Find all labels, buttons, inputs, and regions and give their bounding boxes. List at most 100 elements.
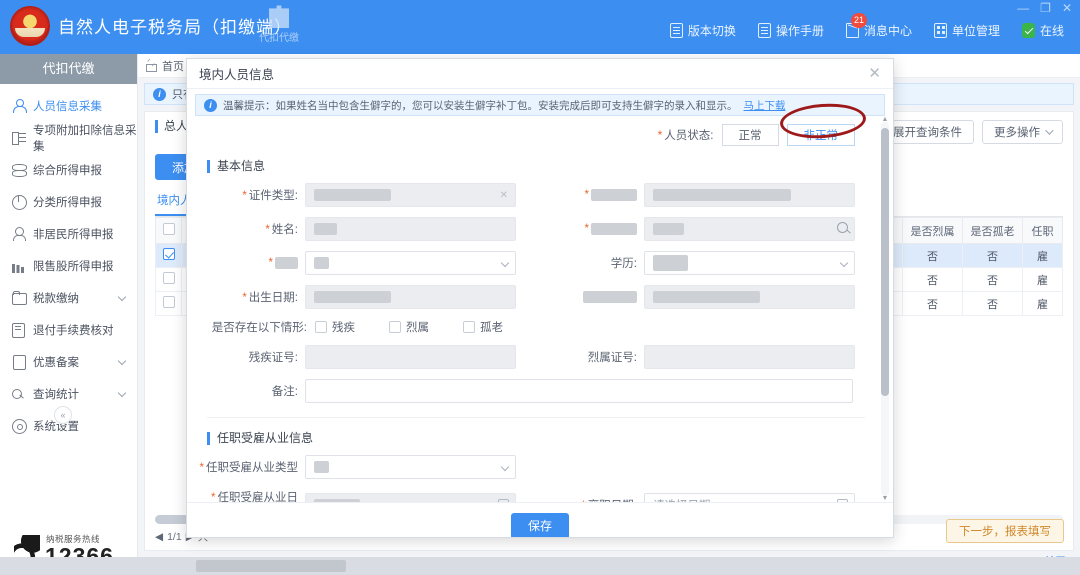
field-control[interactable]: 请选择 [644, 251, 855, 275]
remark-label: 备注: [272, 386, 298, 398]
field-control[interactable]: XX [305, 455, 516, 479]
personnel-status-row: * 人员状态: 正常 非正常 [197, 116, 875, 146]
checkbox-box[interactable] [463, 321, 475, 333]
modal-title: 境内人员信息 [199, 64, 274, 83]
field-control[interactable]: XXXXXX [305, 493, 516, 502]
field-control[interactable]: XXXXXXXXXX ✕ [305, 183, 516, 207]
martyr-cert-input[interactable] [644, 345, 855, 369]
modal-body: ▲ ▼ * 人员状态: 正常 非正常 基本信息 *证件类型: XXXXX [187, 116, 893, 502]
field-label: 烈属证号: [536, 349, 644, 365]
extra-input[interactable]: XXXXXXXXXXXXXX [644, 285, 855, 309]
field-label: XXXXXXX [536, 291, 644, 303]
calendar-icon[interactable] [837, 499, 848, 502]
field-control[interactable]: XXXXXXXXXXXXXXXXXX [644, 183, 855, 207]
info-icon: i [204, 99, 217, 112]
modal-scrollbar[interactable]: ▲ ▼ [881, 122, 889, 496]
checkbox-label: 残疾 [332, 319, 355, 335]
status-option-normal[interactable]: 正常 [722, 124, 779, 146]
blurred-value: XXXXXX [314, 499, 360, 502]
employment-type-label: 任职受雇从业类型 [206, 462, 298, 474]
checkbox-elderly[interactable]: 孤老 [463, 319, 503, 335]
application-window: 自然人电子税务局（扣缴端） 代扣代缴 — ❐ ✕ 版本切换 操作手册 21 消息… [0, 0, 1080, 575]
section-divider [207, 417, 865, 418]
field-label: 学历: [536, 255, 644, 271]
basic-info-section-title: 基本信息 [207, 160, 875, 173]
field-control[interactable]: XXXXXXXXXXXXXX [644, 285, 855, 309]
disability-cert-input[interactable] [305, 345, 516, 369]
search-icon[interactable] [837, 222, 848, 233]
disability-cert-label: 残疾证号: [249, 352, 298, 364]
form-row-employment-type: *任职受雇从业类型 XX [197, 455, 875, 479]
birthday-label: 出生日期: [249, 292, 298, 304]
modal-tip-bar: i 温馨提示：如果姓名当中包含生僻字的，您可以安装生僻字补丁包。安装完成后即可支… [195, 94, 885, 116]
status-option-abnormal[interactable]: 非正常 [787, 124, 856, 146]
field-control[interactable]: 请选择日期 [644, 493, 855, 502]
birthday-input[interactable]: XXXXXXXXXX [305, 285, 516, 309]
blurred-value: XXXXXXXXXX [314, 291, 391, 303]
scrollbar-thumb[interactable] [881, 128, 889, 396]
employment-section-title: 任职受雇从业信息 [207, 432, 875, 445]
form-row-id-type: *证件类型: XXXXXXXXXX ✕ *XXXXXX XXXXXXXXXXXX… [197, 183, 875, 207]
leave-date-input[interactable]: 请选择日期 [644, 493, 855, 502]
modal-tip-text: 温馨提示：如果姓名当中包含生僻字的，您可以安装生僻字补丁包。安装完成后即可支持生… [223, 98, 738, 113]
blurred-value: XXXXXXXXXXXXXX [653, 291, 760, 303]
checkbox-martyr[interactable]: 烈属 [389, 319, 429, 335]
blurred-value: XXXX [653, 223, 684, 235]
clear-icon[interactable]: ✕ [500, 190, 508, 201]
taxpayer-id-input[interactable]: XXXX [644, 217, 855, 241]
field-label: *XXXXXX [536, 189, 644, 201]
field-control[interactable]: XXXX [644, 217, 855, 241]
blurred-value: XX [314, 461, 329, 473]
employment-date-label: 任职受雇从业日期: [218, 492, 299, 502]
checkbox-label: 烈属 [406, 319, 429, 335]
taskbar-blurred-region [196, 560, 346, 572]
field-education: 学历: 请选择 [536, 251, 875, 275]
field-taxpayer-id: *XXXXXX XXXX [536, 217, 875, 241]
employment-type-select[interactable]: XX [305, 455, 516, 479]
condition-checkbox-row: 是否存在以下情形: 残疾 烈属 孤老 [197, 319, 875, 335]
education-select[interactable]: 请选择 [644, 251, 855, 275]
download-link[interactable]: 马上下载 [744, 98, 786, 113]
blurred-value: XXXXXXXXXXXXXXXXXX [653, 189, 791, 201]
id-number-input[interactable]: XXXXXXXXXXXXXXXXXX [644, 183, 855, 207]
scroll-up-icon[interactable]: ▲ [881, 116, 889, 123]
required-marker: * [658, 128, 663, 142]
blurred-label: XXXXXX [591, 189, 637, 201]
scroll-down-icon[interactable]: ▼ [881, 495, 889, 502]
field-control[interactable]: XXXXXXXXXX [305, 285, 516, 309]
form-row-gender-education: *XXX XX 学历: 请选择 [197, 251, 875, 275]
field-control[interactable] [305, 379, 853, 403]
field-control[interactable]: XXX [305, 217, 516, 241]
calendar-icon[interactable] [498, 499, 509, 502]
field-extra: XXXXXXX XXXXXXXXXXXXXX [536, 285, 875, 309]
domestic-personnel-modal: 境内人员信息 ✕ i 温馨提示：如果姓名当中包含生僻字的，您可以安装生僻字补丁包… [186, 58, 894, 538]
employment-date-input[interactable]: XXXXXX [305, 493, 516, 502]
education-value: 请选择 [653, 255, 688, 271]
remark-input[interactable] [305, 379, 853, 403]
gender-select[interactable]: XX [305, 251, 516, 275]
field-leave-date: *离职日期: 请选择日期 [536, 493, 875, 502]
close-icon[interactable]: ✕ [868, 66, 881, 81]
field-name: *姓名: XXX [197, 217, 536, 241]
field-employment-date: *任职受雇从业日期: XXXXXX [197, 489, 536, 502]
form-row-remark: 备注: [197, 379, 875, 403]
form-row-birthday: *出生日期: XXXXXXXXXX XXXXXXX XXXXXXXXXXXXXX [197, 285, 875, 309]
field-id-type: *证件类型: XXXXXXXXXX ✕ [197, 183, 536, 207]
field-gender: *XXX XX [197, 251, 536, 275]
checkbox-box[interactable] [389, 321, 401, 333]
checkbox-box[interactable] [315, 321, 327, 333]
save-button[interactable]: 保存 [511, 513, 569, 539]
field-control[interactable]: XX [305, 251, 516, 275]
blurred-value: XXX [314, 223, 337, 235]
field-label: *XXXXXX [536, 223, 644, 235]
name-input[interactable]: XXX [305, 217, 516, 241]
field-label: 残疾证号: [197, 349, 305, 365]
field-martyr-cert: 烈属证号: [536, 345, 875, 369]
id-type-input[interactable]: XXXXXXXXXX [305, 183, 516, 207]
field-control[interactable] [644, 345, 855, 369]
field-control[interactable] [305, 345, 516, 369]
form-row-name: *姓名: XXX *XXXXXX XXXX [197, 217, 875, 241]
checkbox-disabled[interactable]: 残疾 [315, 319, 355, 335]
id-type-label: 证件类型: [249, 190, 298, 202]
field-label: *任职受雇从业日期: [197, 489, 305, 502]
